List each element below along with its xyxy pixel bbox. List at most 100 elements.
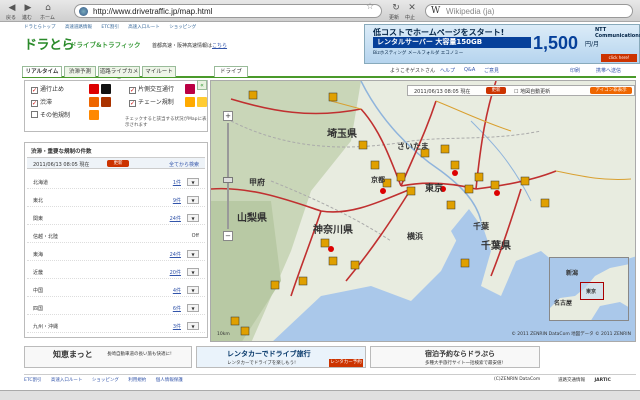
ad-cta-button[interactable]: click here! xyxy=(601,54,637,62)
auto-refresh-checkbox[interactable]: ☐ 地図自動更新 xyxy=(514,88,550,95)
filter-chain[interactable]: ✓ チェーン規制 xyxy=(129,97,174,108)
back-icon[interactable]: ◀ xyxy=(6,2,18,14)
site-logo[interactable]: ドラとら xyxy=(24,34,75,53)
header-note-link[interactable]: こちら xyxy=(212,43,227,49)
dropdown-icon[interactable]: ▼ xyxy=(187,214,199,222)
region-row: 四国 6件 ▼ xyxy=(27,301,205,315)
filter-panel: ✓ 通行止め ✓ 片側交互通行 ✓ 渋滞 ✓ チェーン規制 その他規制 チェックすると該… xyxy=(24,80,208,132)
dropdown-icon[interactable]: ▼ xyxy=(187,178,199,186)
footer-links: ETC割引 高速入口ルート ショッピング 利用規約 個人情報保護 xyxy=(24,377,191,383)
help-link[interactable]: ヘルプ xyxy=(440,67,455,74)
region-list: 渋滞・重要な規制の件数 2011/06/13 08:05 現在 更新 全てから検… xyxy=(24,142,208,338)
footer-link[interactable]: 個人情報保護 xyxy=(156,378,183,383)
map-label-saitama: 埼玉県 xyxy=(327,129,357,140)
list-header: 2011/06/13 08:05 現在 更新 全てから検索 xyxy=(27,157,205,169)
zoom-in-icon[interactable]: + xyxy=(223,111,233,121)
filter-closure[interactable]: ✓ 通行止め xyxy=(31,84,64,95)
map-label-tokyo: 東京 xyxy=(425,184,444,194)
dropdown-icon[interactable]: ▼ xyxy=(187,268,199,276)
zoom-control[interactable]: + − xyxy=(223,111,233,241)
ad-subtext: Bizホスティング メールフォルダ エコノミー xyxy=(373,51,464,56)
left-panel: ✓ 通行止め ✓ 片側交互通行 ✓ 渋滞 ✓ チェーン規制 その他規制 チェックすると該… xyxy=(24,80,208,342)
forward-icon[interactable]: ▶ xyxy=(22,2,34,14)
checkbox-checked-icon[interactable]: ✓ xyxy=(31,100,38,107)
zoom-out-icon[interactable]: − xyxy=(223,231,233,241)
greeting: ようこそゲストさん xyxy=(390,68,436,74)
url-text: http://www.drivetraffic.jp/map.html xyxy=(93,7,213,16)
footer-link[interactable]: ETC割引 xyxy=(24,378,41,383)
topnav-link[interactable]: 高速道路情報 xyxy=(65,25,92,30)
ad-price-unit: 円/月 xyxy=(585,41,600,48)
topnav-link[interactable]: ドラとらトップ xyxy=(24,25,56,30)
search-placeholder: Wikipedia (ja) xyxy=(446,7,495,16)
map-label-kanagawa: 神奈川県 xyxy=(313,225,353,236)
list-refresh-button[interactable]: 更新 xyxy=(107,160,129,167)
tab-realtime[interactable]: リアルタイム xyxy=(22,66,62,77)
filter-jam[interactable]: ✓ 渋滞 xyxy=(31,97,52,108)
search-all-link[interactable]: 全てから検索 xyxy=(169,161,199,168)
region-row: 北海道 1件 ▼ xyxy=(27,175,205,189)
forward-label: 進む xyxy=(22,15,33,21)
checkbox-checked-icon[interactable]: ✓ xyxy=(129,100,136,107)
footer-link[interactable]: ショッピング xyxy=(92,378,119,383)
request-link[interactable]: ご意見 xyxy=(484,67,499,74)
dropdown-icon[interactable]: ▼ xyxy=(187,322,199,330)
topnav-link[interactable]: 高速入口ルート xyxy=(128,25,160,30)
site-footer: ETC割引 高速入口ルート ショッピング 利用規約 個人情報保護 (C)ZENR… xyxy=(24,374,636,384)
dropdown-icon[interactable]: ▼ xyxy=(187,196,199,204)
bookmark-star-icon[interactable]: ☆ xyxy=(366,2,374,12)
print-link[interactable]: 印刷 xyxy=(570,67,580,74)
inset-label-tokyo: 東京 xyxy=(586,289,597,295)
site-topnav: ドラとらトップ 高速道路情報 ETC割引 高速入口ルート ショッピング xyxy=(24,24,204,32)
filter-lane[interactable]: ✓ 片側交互通行 xyxy=(129,84,174,95)
checkbox-checked-icon[interactable]: ✓ xyxy=(31,87,38,94)
reload-icon[interactable]: ↻ xyxy=(390,2,402,14)
home-label: ホーム xyxy=(40,15,55,21)
map-label-chiba-city: 千葉 xyxy=(473,222,489,231)
checkbox-checked-icon[interactable]: ✓ xyxy=(129,87,136,94)
tab-camera[interactable]: 道路ライブカメラ xyxy=(98,66,140,85)
ad-rentacar[interactable]: レンタカーでドライブ旅行 レンタカーでドライブを楽しもう! レンタカー予約 xyxy=(196,346,366,368)
mobile-link[interactable]: 携帯へ送信 xyxy=(596,67,621,74)
footer-copyright: (C)ZENRIN DataCom xyxy=(494,377,541,382)
browser-toolbar: ◀ ▶ ⌂ 戻る 進む ホーム http://www.drivetraffic.… xyxy=(0,0,640,22)
icon-toggle-button[interactable]: アイコン非表示 xyxy=(590,87,632,94)
tab-forecast[interactable]: 渋滞予測 xyxy=(64,66,96,77)
footer-link[interactable]: 高速入口ルート xyxy=(51,378,83,383)
collapse-panel-button[interactable]: « xyxy=(197,80,207,90)
zoom-track[interactable] xyxy=(227,123,229,229)
search-input[interactable]: W Wikipedia (ja) xyxy=(425,4,633,18)
region-row: 九州・沖縄 3件 ▼ xyxy=(27,319,205,333)
home-icon[interactable]: ⌂ xyxy=(42,2,54,14)
zoom-slider-handle[interactable] xyxy=(223,177,233,183)
inset-label-nagoya: 名古屋 xyxy=(554,300,573,307)
traffic-map[interactable]: 2011/06/13 08:05 現在 更新 ☐ 地図自動更新 アイコン非表示 … xyxy=(210,80,636,342)
address-bar[interactable]: http://www.drivetraffic.jp/map.html xyxy=(74,4,382,18)
ad-dorapura[interactable]: 宿泊予約ならドラぷら 多種大手旅行サイト一括検索で最安値! xyxy=(370,346,540,368)
map-label-chiba: 千葉県 xyxy=(481,241,511,252)
dropdown-icon[interactable]: ▼ xyxy=(187,286,199,294)
topnav-link[interactable]: ETC割引 xyxy=(101,25,118,30)
topnav-link[interactable]: ショッピング xyxy=(169,25,196,30)
footer-link[interactable]: 利用規約 xyxy=(128,378,146,383)
tab-drive[interactable]: ドライブ xyxy=(214,66,248,77)
rentacar-button[interactable]: レンタカー予約 xyxy=(329,359,363,367)
region-row: 東海 24件 ▼ xyxy=(27,247,205,261)
dropdown-icon[interactable]: ▼ xyxy=(187,250,199,258)
stop-label: 中止 xyxy=(405,15,416,21)
filter-other[interactable]: その他規制 xyxy=(31,110,70,121)
bottom-ads: 知恵まっと 長崎自動車道の長い旅も快適に! レンタカーでドライブ旅行 レンタカー… xyxy=(24,346,636,368)
overview-inset-map[interactable]: 新潟 名古屋 東京 xyxy=(549,257,629,321)
region-row: 中国 4件 ▼ xyxy=(27,283,205,297)
qa-link[interactable]: Q&A xyxy=(464,67,475,73)
map-refresh-button[interactable]: 更新 xyxy=(486,87,506,94)
checkbox-unchecked-icon[interactable] xyxy=(31,111,38,118)
tab-myroute[interactable]: マイルート xyxy=(142,66,176,77)
top-banner-ad[interactable]: 低コストでホームページをスタート! レンタルサーバー 大容量150GB Bizホ… xyxy=(364,24,640,64)
region-row: 関東 24件 ▼ xyxy=(27,211,205,225)
stop-icon[interactable]: ✕ xyxy=(406,2,418,14)
reload-label: 更新 xyxy=(389,15,400,21)
dropdown-icon[interactable]: ▼ xyxy=(187,304,199,312)
ad-chiemat[interactable]: 知恵まっと 長崎自動車道の長い旅も快適に! xyxy=(24,346,192,368)
footer-partners: 道路交通情報 JARTIC xyxy=(558,378,611,383)
